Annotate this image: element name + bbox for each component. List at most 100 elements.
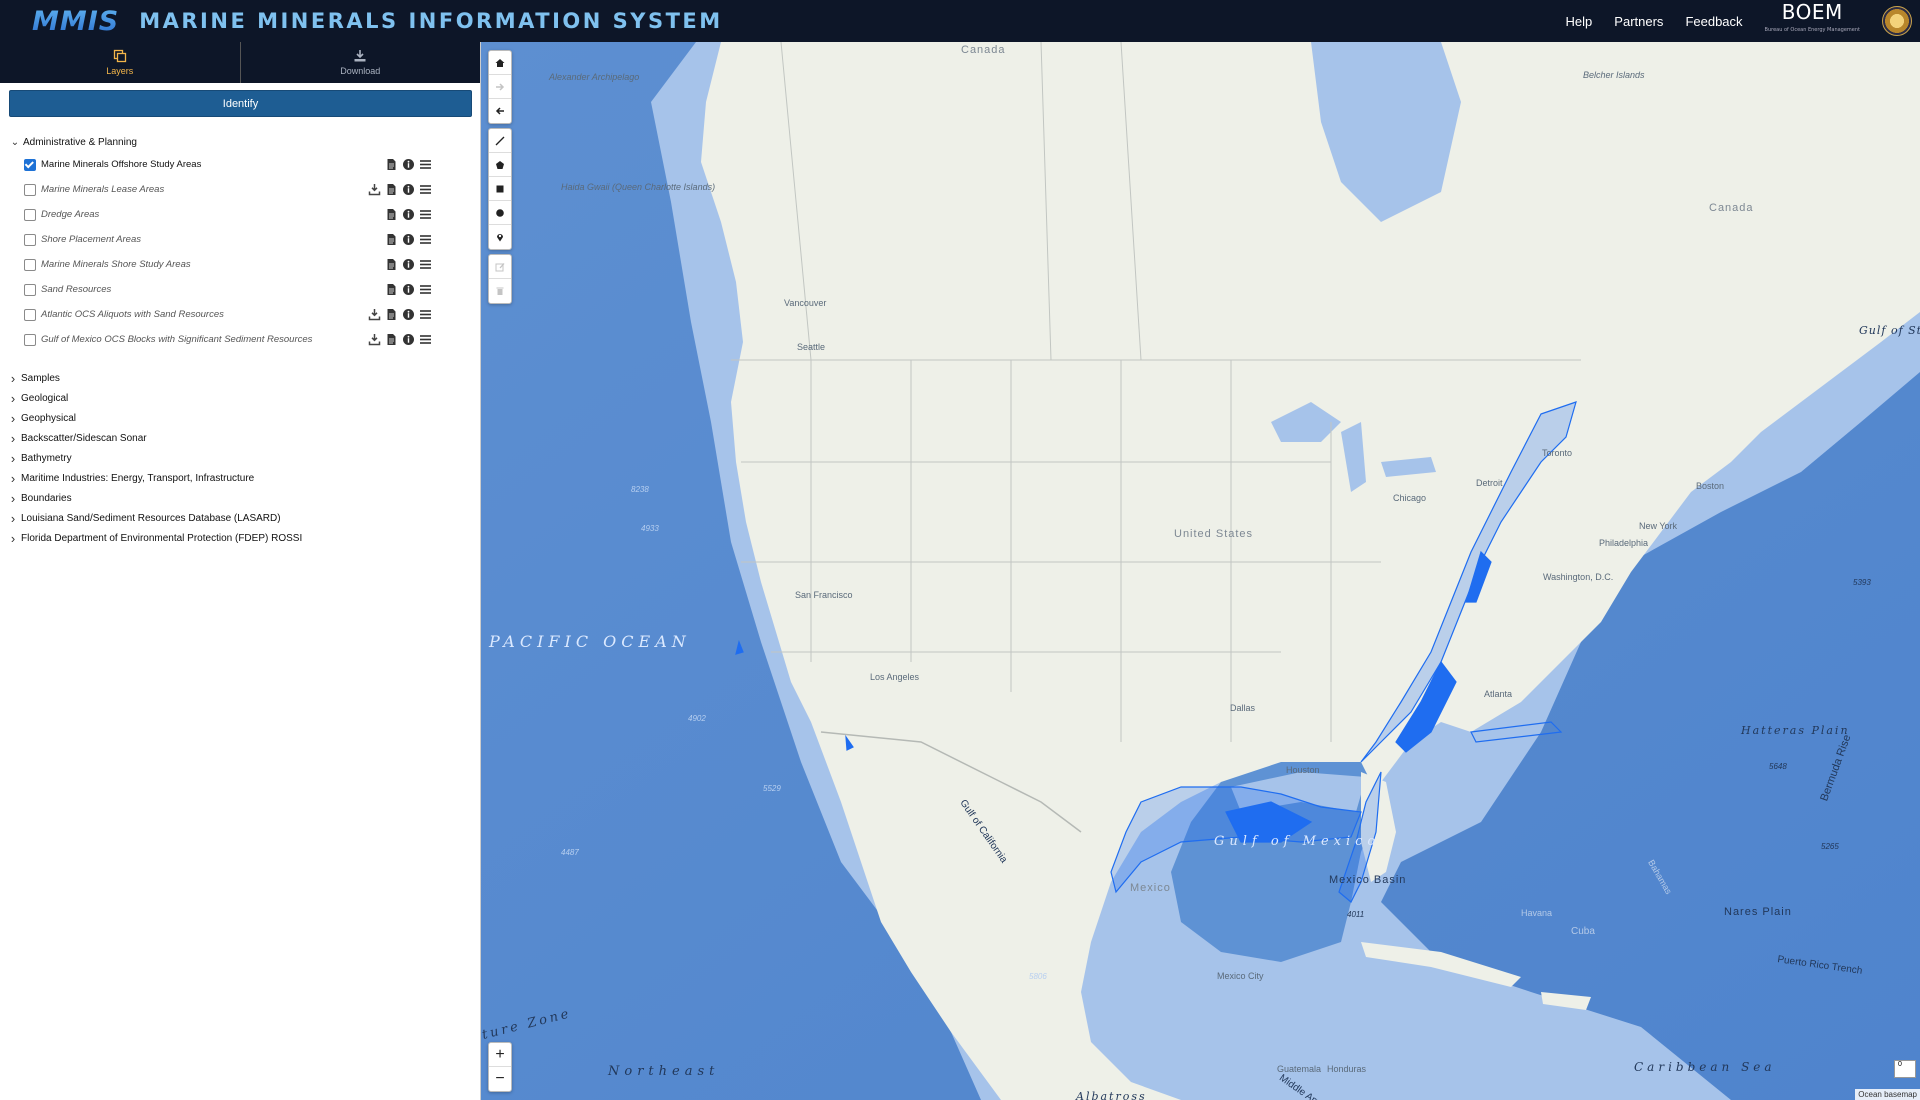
chevron-right-icon: › <box>10 410 16 426</box>
group-administrative-planning[interactable]: ⌄ Administrative & Planning <box>0 132 480 152</box>
feedback-link[interactable]: Feedback <box>1685 14 1742 29</box>
map-attribution[interactable]: Ocean basemap <box>1855 1089 1920 1100</box>
layer-checkbox[interactable] <box>24 283 36 296</box>
layer-group[interactable]: › Geological <box>0 388 480 408</box>
edit-icon[interactable] <box>489 255 511 279</box>
layer-group[interactable]: › Bathymetry <box>0 448 480 468</box>
group-label: Backscatter/Sidescan Sonar <box>21 432 147 444</box>
document-icon[interactable] <box>385 158 398 171</box>
label-depth-4933: 4933 <box>641 524 659 533</box>
menu-icon[interactable] <box>419 258 432 271</box>
polygon-icon[interactable] <box>489 153 511 177</box>
download-icon <box>353 49 367 63</box>
menu-icon[interactable] <box>419 308 432 321</box>
tab-layers[interactable]: Layers <box>0 42 241 83</box>
layer-tree: ⌄ Administrative & Planning Marine Miner… <box>0 117 480 548</box>
trash-icon[interactable] <box>489 279 511 303</box>
layer-group[interactable]: › Geophysical <box>0 408 480 428</box>
document-icon[interactable] <box>385 233 398 246</box>
layer-label[interactable]: Marine Minerals Offshore Study Areas <box>41 159 201 170</box>
layer-label[interactable]: Gulf of Mexico OCS Blocks with Significa… <box>41 334 312 345</box>
layer-label[interactable]: Marine Minerals Lease Areas <box>41 184 164 195</box>
layer-checkbox[interactable] <box>24 308 36 321</box>
layer-actions <box>385 233 432 246</box>
download-icon[interactable] <box>368 333 381 346</box>
menu-icon[interactable] <box>419 208 432 221</box>
chevron-right-icon: › <box>10 390 16 406</box>
boem-logo-subtitle: Bureau of Ocean Energy Management <box>1764 27 1860 33</box>
layer-label[interactable]: Marine Minerals Shore Study Areas <box>41 259 191 270</box>
map-view[interactable]: PACIFIC OCEAN Canada Canada United State… <box>481 42 1920 1100</box>
download-icon[interactable] <box>368 183 381 196</box>
info-icon[interactable] <box>402 258 415 271</box>
layer-actions <box>385 283 432 296</box>
layer-checkbox[interactable] <box>24 333 36 346</box>
line-icon[interactable] <box>489 129 511 153</box>
label-gulf-st-lawrence: Gulf of St. Lawren <box>1859 324 1920 337</box>
partners-link[interactable]: Partners <box>1614 14 1663 29</box>
identify-button[interactable]: Identify <box>9 90 472 117</box>
layer-label[interactable]: Sand Resources <box>41 284 111 295</box>
help-link[interactable]: Help <box>1566 14 1593 29</box>
layer-checkbox[interactable] <box>24 233 36 246</box>
info-icon[interactable] <box>402 333 415 346</box>
boem-logo[interactable]: BOEM Bureau of Ocean Energy Management <box>1764 2 1860 39</box>
layer-label[interactable]: Shore Placement Areas <box>41 234 141 245</box>
document-icon[interactable] <box>385 258 398 271</box>
layer-group[interactable]: › Boundaries <box>0 488 480 508</box>
forward-icon[interactable] <box>489 75 511 99</box>
layer-group[interactable]: › Backscatter/Sidescan Sonar <box>0 428 480 448</box>
circle-icon[interactable] <box>489 201 511 225</box>
layer-row: Atlantic OCS Aliquots with Sand Resource… <box>0 302 480 327</box>
home-icon[interactable] <box>489 51 511 75</box>
document-icon[interactable] <box>385 208 398 221</box>
label-northeast: Northeast <box>608 1064 720 1079</box>
info-icon[interactable] <box>402 308 415 321</box>
back-icon[interactable] <box>489 99 511 123</box>
info-icon[interactable] <box>402 183 415 196</box>
label-detroit: Detroit <box>1476 478 1503 488</box>
layer-row: Sand Resources <box>0 277 480 302</box>
layer-checkbox[interactable] <box>24 258 36 271</box>
mmis-logo[interactable]: MMIS <box>32 6 119 37</box>
zoom-control: + − <box>488 1042 512 1092</box>
document-icon[interactable] <box>385 333 398 346</box>
chevron-right-icon: › <box>10 370 16 386</box>
download-icon[interactable] <box>368 308 381 321</box>
info-icon[interactable] <box>402 283 415 296</box>
document-icon[interactable] <box>385 183 398 196</box>
layer-checkbox[interactable] <box>24 183 36 196</box>
menu-icon[interactable] <box>419 333 432 346</box>
layer-checkbox[interactable] <box>24 158 36 171</box>
info-icon[interactable] <box>402 233 415 246</box>
app-header: MMIS MARINE MINERALS INFORMATION SYSTEM … <box>0 0 1920 42</box>
info-icon[interactable] <box>402 208 415 221</box>
point-icon[interactable] <box>489 225 511 249</box>
menu-icon[interactable] <box>419 283 432 296</box>
layer-label[interactable]: Dredge Areas <box>41 209 99 220</box>
layer-group[interactable]: › Samples <box>0 368 480 388</box>
layer-label[interactable]: Atlantic OCS Aliquots with Sand Resource… <box>41 309 224 320</box>
menu-icon[interactable] <box>419 183 432 196</box>
info-icon[interactable] <box>402 158 415 171</box>
layer-group[interactable]: › Louisiana Sand/Sediment Resources Datab… <box>0 508 480 528</box>
layer-group[interactable]: › Maritime Industries: Energy, Transport,… <box>0 468 480 488</box>
rectangle-icon[interactable] <box>489 177 511 201</box>
label-mexico-basin: Mexico Basin <box>1329 874 1407 886</box>
group-label: Florida Department of Environmental Prot… <box>21 532 303 544</box>
label-pacific-ocean: PACIFIC OCEAN <box>489 632 691 651</box>
document-icon[interactable] <box>385 308 398 321</box>
layer-group[interactable]: › Florida Department of Environmental Pro… <box>0 528 480 548</box>
zoom-out-button[interactable]: − <box>489 1067 511 1091</box>
label-depth-5648: 5648 <box>1769 762 1787 771</box>
layer-checkbox[interactable] <box>24 208 36 221</box>
chevron-down-icon: ⌄ <box>10 136 20 148</box>
menu-icon[interactable] <box>419 233 432 246</box>
label-boston: Boston <box>1696 481 1725 491</box>
zoom-in-button[interactable]: + <box>489 1043 511 1067</box>
label-depth-5529: 5529 <box>763 784 781 793</box>
menu-icon[interactable] <box>419 158 432 171</box>
document-icon[interactable] <box>385 283 398 296</box>
layer-row: Marine Minerals Offshore Study Areas <box>0 152 480 177</box>
tab-download[interactable]: Download <box>241 42 481 83</box>
